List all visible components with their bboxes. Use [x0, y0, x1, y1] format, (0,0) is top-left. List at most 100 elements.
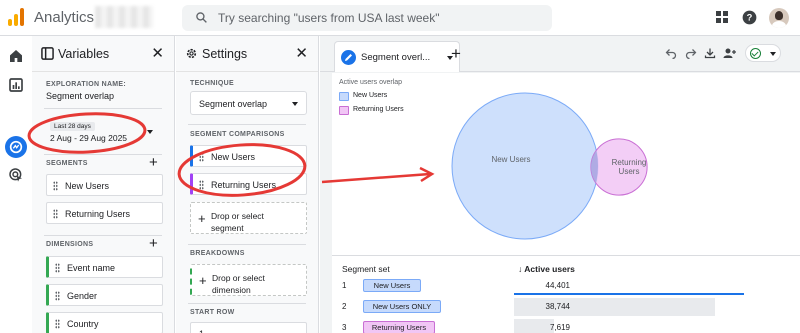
search-placeholder: Try searching "users from USA last week" [218, 11, 440, 25]
tab-bar: Segment overl... + [320, 36, 800, 72]
technique-value: Segment overlap [199, 99, 268, 109]
dimension-chip-gender[interactable]: Gender [46, 284, 163, 306]
dimension-label: Gender [67, 291, 98, 301]
table-row[interactable]: 1 New Users 44,401 [332, 276, 800, 296]
add-tab-button[interactable]: + [445, 44, 467, 66]
user-avatar[interactable] [769, 8, 789, 28]
date-chevron-down-icon[interactable] [147, 130, 153, 134]
tab-segment-overlap[interactable]: Segment overl... [334, 41, 460, 72]
divider [44, 235, 162, 236]
download-icon[interactable] [704, 47, 716, 59]
active-users-value: 38,744 [545, 302, 570, 311]
table-row[interactable]: 2 New Users ONLY 38,744 [332, 297, 800, 317]
row-number: 1 [342, 281, 347, 290]
top-bar: Analytics Try searching "users from USA … [0, 0, 800, 36]
segment-pill: New Users ONLY [363, 300, 441, 313]
settings-panel: Settings ✕ TECHNIQUE Segment overlap SEG… [176, 36, 319, 333]
apps-grid-icon[interactable] [715, 10, 729, 24]
drag-handle-icon[interactable] [53, 209, 58, 219]
chevron-down-icon [292, 102, 298, 106]
drop-dimension-zone[interactable]: + Drop or select dimension [190, 264, 307, 296]
analytics-logo-icon[interactable] [8, 8, 24, 26]
active-users-value: 7,619 [549, 323, 570, 332]
pencil-icon [341, 50, 356, 65]
segment-comparisons-label: SEGMENT COMPARISONS [190, 131, 285, 138]
technique-label: TECHNIQUE [190, 80, 234, 87]
breakdowns-label: BREAKDOWNS [190, 250, 245, 257]
exploration-name[interactable]: Segment overlap [46, 91, 114, 101]
dimension-label: Country [67, 319, 99, 329]
advertising-icon[interactable] [8, 167, 24, 183]
date-range-picker[interactable]: Last 28 days 2 Aug - 29 Aug 2025 [44, 120, 156, 146]
active-users-value: 44,401 [545, 281, 570, 290]
technique-select[interactable]: Segment overlap [190, 91, 307, 115]
divider [188, 124, 306, 125]
segment-pill: New Users [363, 279, 421, 292]
table-row[interactable]: 3 Returning Users 7,619 [332, 318, 800, 333]
variables-icon [41, 47, 54, 60]
tab-label: Segment overl... [361, 52, 431, 63]
segment-label: New Users [65, 181, 110, 191]
drag-handle-icon[interactable] [55, 291, 60, 301]
close-variables-icon[interactable]: ✕ [151, 46, 164, 61]
venn-label-new-users: New Users [491, 155, 530, 164]
venn-label-returning-users: Returning [612, 158, 647, 167]
drag-handle-icon[interactable] [53, 181, 58, 191]
settings-title: Settings [202, 47, 248, 61]
search-icon [196, 12, 207, 23]
search-bar[interactable]: Try searching "users from USA last week" [182, 5, 552, 31]
drop-segment-zone[interactable]: + Drop or select segment [190, 202, 307, 234]
add-segment-icon[interactable]: + [149, 155, 158, 170]
comparison-chip-returning-users[interactable]: Returning Users [190, 173, 307, 195]
settings-header: Settings ✕ [176, 36, 318, 72]
comparison-label: Returning Users [211, 180, 277, 190]
start-row-input[interactable]: 1 [190, 322, 307, 333]
share-add-user-icon[interactable] [723, 47, 737, 59]
reports-icon[interactable] [8, 77, 24, 93]
segment-chip-returning-users[interactable]: Returning Users [46, 202, 163, 224]
drag-handle-icon[interactable] [199, 180, 204, 190]
divider [188, 244, 306, 245]
redo-icon[interactable] [685, 47, 697, 59]
dimension-chip-country[interactable]: Country [46, 312, 163, 333]
undo-icon[interactable] [665, 47, 677, 59]
exploration-canvas-area: Segment overl... + Active users overlap … [320, 36, 800, 333]
segment-label: Returning Users [65, 209, 131, 219]
app-title: Analytics [34, 9, 95, 26]
add-dimension-icon[interactable]: + [149, 236, 158, 251]
divider [44, 108, 162, 109]
start-row-value: 1 [199, 329, 204, 333]
explore-icon [9, 140, 23, 154]
segment-chip-new-users[interactable]: New Users [46, 174, 163, 196]
help-icon[interactable]: ? [742, 10, 757, 25]
account-selector[interactable] [95, 6, 153, 28]
row-number: 3 [342, 323, 347, 332]
settings-gear-icon [186, 48, 197, 59]
col-header-active-users[interactable]: ↓ Active users [518, 264, 575, 274]
close-settings-icon[interactable]: ✕ [295, 46, 308, 61]
venn-diagram: New Users ReturningUsers [451, 92, 648, 240]
drag-handle-icon[interactable] [55, 263, 60, 273]
exploration-name-label: EXPLORATION NAME: [46, 81, 127, 88]
analytics-app: Analytics Try searching "users from USA … [0, 0, 800, 333]
drop-dimension-text: Drop or select dimension [212, 273, 265, 295]
comparison-chip-new-users[interactable]: New Users [190, 145, 307, 167]
drag-handle-icon[interactable] [199, 152, 204, 162]
status-button[interactable] [745, 44, 781, 62]
start-row-label: START ROW [190, 309, 235, 316]
venn-label-returning-users: Users [619, 167, 640, 176]
drag-handle-icon[interactable] [55, 319, 60, 329]
date-range-label: Last 28 days [50, 122, 95, 131]
check-circle-icon [750, 48, 761, 59]
venn-circle-new-users[interactable] [451, 92, 599, 240]
plus-icon: + [199, 273, 207, 288]
chart-canvas: Active users overlap New Users Returning… [332, 73, 800, 333]
divider [44, 154, 162, 155]
dimension-chip-event-name[interactable]: Event name [46, 256, 163, 278]
col-header-segment-set[interactable]: Segment set [342, 264, 390, 274]
svg-text:?: ? [747, 13, 753, 23]
chevron-down-icon [770, 52, 776, 56]
home-icon[interactable] [8, 48, 24, 64]
left-nav [0, 36, 32, 333]
divider [188, 303, 306, 304]
